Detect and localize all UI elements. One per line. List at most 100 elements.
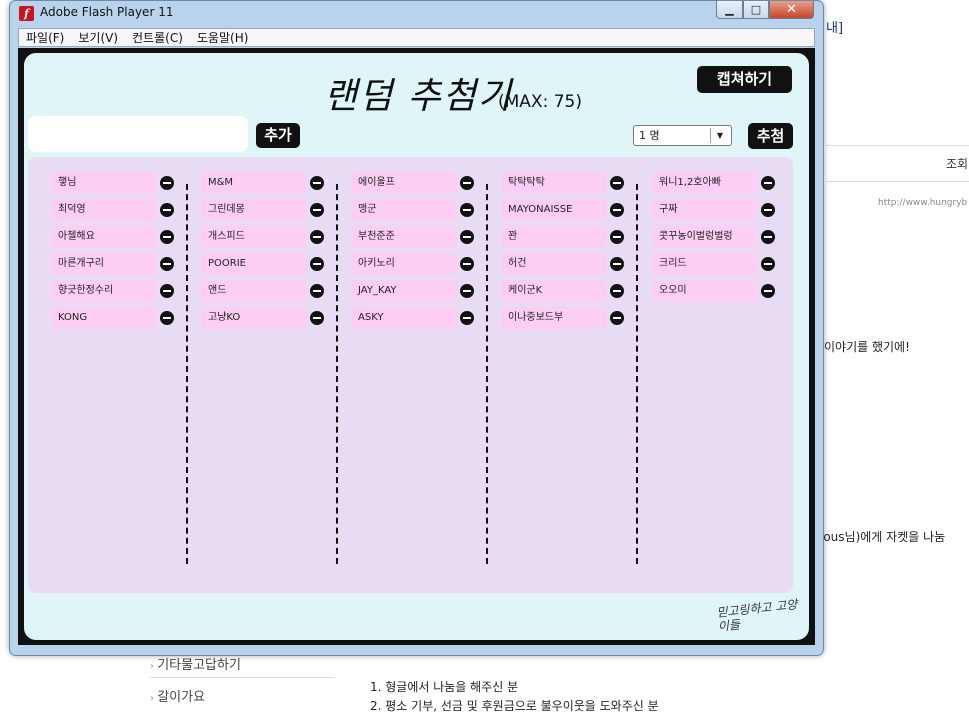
column-divider	[186, 184, 188, 564]
remove-icon[interactable]	[460, 257, 474, 271]
bg-url-fragment[interactable]: http://www.hungryb	[878, 198, 967, 208]
remove-icon[interactable]	[310, 311, 324, 325]
remove-icon[interactable]	[310, 176, 324, 190]
participant-entry: 케이군K	[501, 280, 626, 302]
participant-entry: 개스피드	[201, 226, 326, 248]
remove-icon[interactable]	[610, 257, 624, 271]
remove-icon[interactable]	[160, 257, 174, 271]
remove-icon[interactable]	[761, 176, 775, 190]
participant-name: 개스피드	[201, 226, 307, 248]
remove-icon[interactable]	[460, 176, 474, 190]
menu-control[interactable]: 컨트롤(C)	[125, 29, 190, 46]
participant-entry: 에이울프	[351, 172, 476, 194]
remove-icon[interactable]	[610, 176, 624, 190]
participant-entry: 구짜	[652, 199, 777, 221]
name-input[interactable]	[28, 116, 248, 152]
participant-entry: JAY_KAY	[351, 280, 476, 302]
minimize-button[interactable]: ▁	[716, 1, 743, 19]
participant-name: 탁탁탁탁	[501, 172, 607, 194]
draw-button[interactable]: 추첨	[748, 123, 793, 149]
participant-column: 탁탁탁탁 MAYONAISSE 꽌 허건 케이군K 이나중보드부	[501, 172, 626, 334]
remove-icon[interactable]	[160, 284, 174, 298]
participant-entry: KONG	[51, 307, 176, 329]
remove-icon[interactable]	[460, 311, 474, 325]
remove-icon[interactable]	[160, 311, 174, 325]
participant-name: 꽌	[501, 226, 607, 248]
remove-icon[interactable]	[761, 203, 775, 217]
participant-name: 이나중보드부	[501, 307, 607, 329]
remove-icon[interactable]	[610, 284, 624, 298]
participant-entry: 아첼해요	[51, 226, 176, 248]
participant-entry: 최덕영	[51, 199, 176, 221]
participant-entry: ASKY	[351, 307, 476, 329]
participant-name: KONG	[51, 307, 157, 329]
participant-entry: 크리드	[652, 253, 777, 275]
participant-entry: 부천준준	[351, 226, 476, 248]
participant-name: M&M	[201, 172, 307, 194]
bg-heading-fragment: 내]	[826, 21, 844, 36]
remove-icon[interactable]	[610, 311, 624, 325]
bg-article-line: 이야기를 했기에!	[824, 340, 910, 354]
participant-entry: 이나중보드부	[501, 307, 626, 329]
flash-player-icon: f	[19, 6, 34, 21]
bg-divider	[826, 181, 969, 182]
chevron-down-icon[interactable]: ▼	[710, 128, 729, 143]
remove-icon[interactable]	[310, 203, 324, 217]
maximize-icon: □	[750, 3, 762, 16]
remove-icon[interactable]	[460, 284, 474, 298]
participant-entry: 워니1,2호아빠	[652, 172, 777, 194]
close-button[interactable]: ✕	[769, 1, 814, 19]
remove-icon[interactable]	[160, 176, 174, 190]
participant-name: 부천준준	[351, 226, 457, 248]
brand-logo: 믿고링하고 고양이들	[715, 597, 798, 634]
participant-name: 맹군	[351, 199, 457, 221]
bg-article-line: lous님)에게 자켓을 나눔	[820, 530, 946, 544]
maximize-button[interactable]: □	[743, 1, 769, 19]
participant-name: ASKY	[351, 307, 457, 329]
app-title: 랜덤 추첨기	[324, 76, 514, 117]
remove-icon[interactable]	[310, 284, 324, 298]
remove-icon[interactable]	[610, 230, 624, 244]
add-button[interactable]: 추가	[256, 123, 300, 148]
menu-file[interactable]: 파일(F)	[19, 29, 71, 46]
remove-icon[interactable]	[460, 230, 474, 244]
bg-divider	[826, 145, 969, 146]
participant-entry: 앤드	[201, 280, 326, 302]
participant-column: 햏님 최덕영 아첼해요 마른개구리 향긋한정수리 KONG	[51, 172, 176, 334]
remove-icon[interactable]	[761, 284, 775, 298]
bg-sidebar-item[interactable]: › 갈이가요	[150, 686, 205, 705]
bg-list-line: 2. 평소 기부, 선금 및 후원금으로 불우이웃을 도와주신 분	[370, 699, 659, 713]
participant-name: 오오미	[652, 280, 758, 302]
title-bar[interactable]: f Adobe Flash Player 11 ▁ □ ✕	[10, 1, 823, 27]
remove-icon[interactable]	[460, 203, 474, 217]
window-title: Adobe Flash Player 11	[40, 5, 174, 19]
column-divider	[636, 184, 638, 564]
participant-name: 에이울프	[351, 172, 457, 194]
remove-icon[interactable]	[761, 257, 775, 271]
participant-name: 햏님	[51, 172, 157, 194]
remove-icon[interactable]	[160, 230, 174, 244]
remove-icon[interactable]	[310, 230, 324, 244]
participant-name: 그린데몽	[201, 199, 307, 221]
participant-name: 크리드	[652, 253, 758, 275]
remove-icon[interactable]	[310, 257, 324, 271]
count-select[interactable]: 1 명 ▼	[633, 125, 732, 146]
participant-entry: 그린데몽	[201, 199, 326, 221]
participant-name: POORIE	[201, 253, 307, 275]
participant-entry: 콧꾸농이벌렁벌렁	[652, 226, 777, 248]
participant-entry: 마른개구리	[51, 253, 176, 275]
participant-entry: 꽌	[501, 226, 626, 248]
participant-entry: 오오미	[652, 280, 777, 302]
remove-icon[interactable]	[160, 203, 174, 217]
bg-sidebar-item[interactable]: › 기타물고답하기	[150, 654, 241, 673]
bg-sidebar-item-label: 기타물고답하기	[157, 658, 241, 673]
remove-icon[interactable]	[761, 230, 775, 244]
remove-icon[interactable]	[610, 203, 624, 217]
participant-name: 케이군K	[501, 280, 607, 302]
menu-help[interactable]: 도움말(H)	[190, 29, 256, 46]
menu-view[interactable]: 보기(V)	[71, 29, 125, 46]
flash-stage: 랜덤 추첨기 (MAX: 75) 캡쳐하기 추가 1 명 ▼ 추첨 햏님 최덕영 아…	[18, 48, 815, 645]
flash-player-window: f Adobe Flash Player 11 ▁ □ ✕ 파일(F) 보기(V…	[9, 0, 824, 656]
capture-button[interactable]: 캡쳐하기	[697, 66, 792, 93]
bg-sidebar-item-label: 갈이가요	[157, 690, 206, 705]
